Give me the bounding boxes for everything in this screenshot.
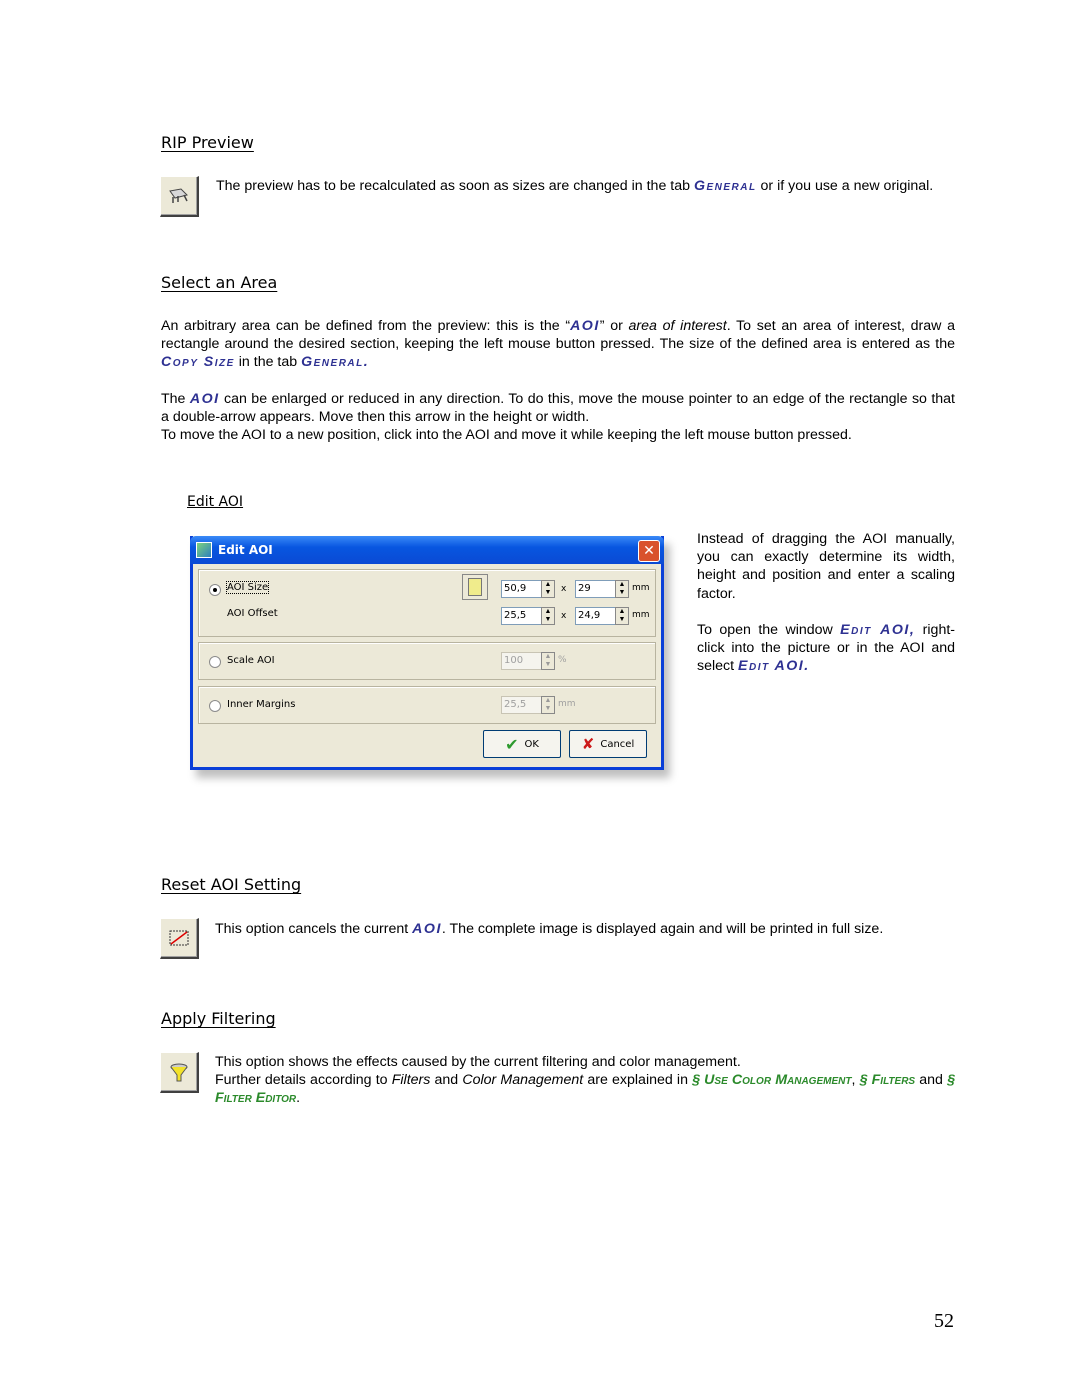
keyword-aoi: AOI [189,391,220,407]
heading-reset-aoi: Reset AOI Setting [161,875,302,894]
page-icon [468,578,482,596]
unit-mm: mm [632,610,650,620]
dialog-titlebar[interactable]: Edit AOI ✕ [190,536,664,564]
rip-preview-text: The preview has to be recalculated as so… [216,177,955,195]
margins-spinner[interactable]: ▲ ▼ [541,696,555,714]
label-aoi-size: AOI Size [225,581,270,594]
text: or if you use a new original. [756,178,934,194]
heading-rip-preview: RIP Preview [161,133,254,152]
reset-aoi-text: This option cancels the current AOI. The… [215,920,955,938]
close-button[interactable]: ✕ [638,540,660,562]
text: in the tab [234,354,302,371]
edit-aoi-dialog: Edit AOI ✕ AOI Size AOI Offset 50,9 ▲ ▼ x… [190,536,664,770]
paper-size-button[interactable] [462,574,488,600]
apply-filtering-line-2: Further details according to Filters and… [215,1071,955,1107]
select-area-paragraph-2: The AOI can be enlarged or reduced in an… [161,390,955,426]
filter-funnel-icon [170,1063,188,1082]
apply-filtering-line-1: This option shows the effects caused by … [215,1054,741,1070]
page-number: 52 [934,1310,954,1332]
label-inner-margins: Inner Margins [227,699,296,710]
aoi-offset-y-input[interactable]: 24,9 [575,607,617,625]
link-filters[interactable]: § Filters [860,1072,916,1088]
app-icon [196,542,212,558]
x-icon: ✘ [581,735,595,753]
unit-percent: % [558,655,567,665]
italic-term: Color Management [462,1072,584,1088]
keyword-aoi: AOI [412,921,442,937]
aoi-offset-y-spinner[interactable]: ▲ ▼ [615,607,629,625]
cancel-button[interactable]: ✘ Cancel [569,730,647,758]
scale-input[interactable]: 100 [501,652,543,670]
aoi-width-input[interactable]: 50,9 [501,580,543,598]
rip-preview-icon [169,188,188,203]
keyword-copy-size: Copy Size [161,354,235,371]
italic-term: Filters [391,1072,431,1088]
text: . The complete image is displayed again … [441,921,884,937]
radio-aoi-size[interactable] [209,584,221,596]
text: are explained in [583,1072,693,1088]
aoi-offset-x-input[interactable]: 25,5 [501,607,543,625]
aoi-width-spinner[interactable]: ▲ ▼ [541,580,555,598]
checkmark-icon: ✔ [505,734,519,754]
ok-button[interactable]: ✔ OK [483,730,561,758]
text: The [161,391,190,407]
times-sign: x [561,584,567,594]
aoi-offset-x-spinner[interactable]: ▲ ▼ [541,607,555,625]
group-scale-aoi: Scale AOI 100 ▲ ▼ % [198,642,656,680]
group-aoi-size: AOI Size AOI Offset 50,9 ▲ ▼ x 29 ▲ ▼ mm 2… [198,569,656,637]
apply-filtering-button[interactable] [160,1052,199,1093]
edit-aoi-side-paragraph-1: Instead of dragging the AOI manually, yo… [697,531,955,602]
text: Further details according to [215,1072,392,1088]
text: To open the window [697,622,841,638]
subheading-edit-aoi: Edit AOI [187,494,244,510]
keyword-aoi: AOI [570,318,600,334]
select-area-paragraph-3: To move the AOI to a new position, click… [161,427,852,443]
text: The preview has to be recalculated as so… [216,178,694,194]
dialog-title: Edit AOI [218,543,273,557]
text: This option cancels the current [215,921,413,937]
label-aoi-offset: AOI Offset [227,608,278,619]
radio-scale-aoi[interactable] [209,656,221,668]
aoi-height-spinner[interactable]: ▲ ▼ [615,580,629,598]
keyword-general: General [693,178,757,194]
cancel-label: Cancel [600,738,635,750]
times-sign: x [561,611,567,621]
keyword-edit-aoi: Edit AOI, [840,622,916,638]
unit-mm: mm [632,583,650,593]
text: , [851,1072,860,1088]
text: . [296,1090,301,1107]
select-area-paragraph-1: An arbitrary area can be defined from th… [161,317,955,372]
radio-inner-margins[interactable] [209,700,221,712]
group-inner-margins: Inner Margins 25,5 ▲ ▼ mm [198,686,656,724]
rip-preview-button[interactable] [160,176,199,217]
ok-label: OK [524,738,539,750]
scale-spinner[interactable]: ▲ ▼ [541,652,555,670]
link-use-color-management[interactable]: § Use Color Management [692,1072,851,1088]
heading-select-area: Select an Area [161,273,278,292]
heading-apply-filtering: Apply Filtering [161,1009,276,1028]
text: and [915,1072,948,1088]
label-scale-aoi: Scale AOI [227,655,275,666]
text: can be enlarged or reduced in any direct… [161,391,956,426]
text: ” or [599,318,629,334]
margins-input[interactable]: 25,5 [501,696,543,714]
reset-aoi-icon [169,930,189,946]
italic-term: area of interest [628,318,727,334]
keyword-edit-aoi: Edit AOI. [738,658,810,675]
aoi-height-input[interactable]: 29 [575,580,617,598]
unit-mm: mm [558,699,576,709]
edit-aoi-side-paragraph-2: To open the window Edit AOI, right-click… [697,621,955,676]
text: and [430,1072,463,1088]
keyword-general: General. [301,354,370,371]
reset-aoi-button[interactable] [160,918,199,959]
text: An arbitrary area can be defined from th… [161,318,571,334]
